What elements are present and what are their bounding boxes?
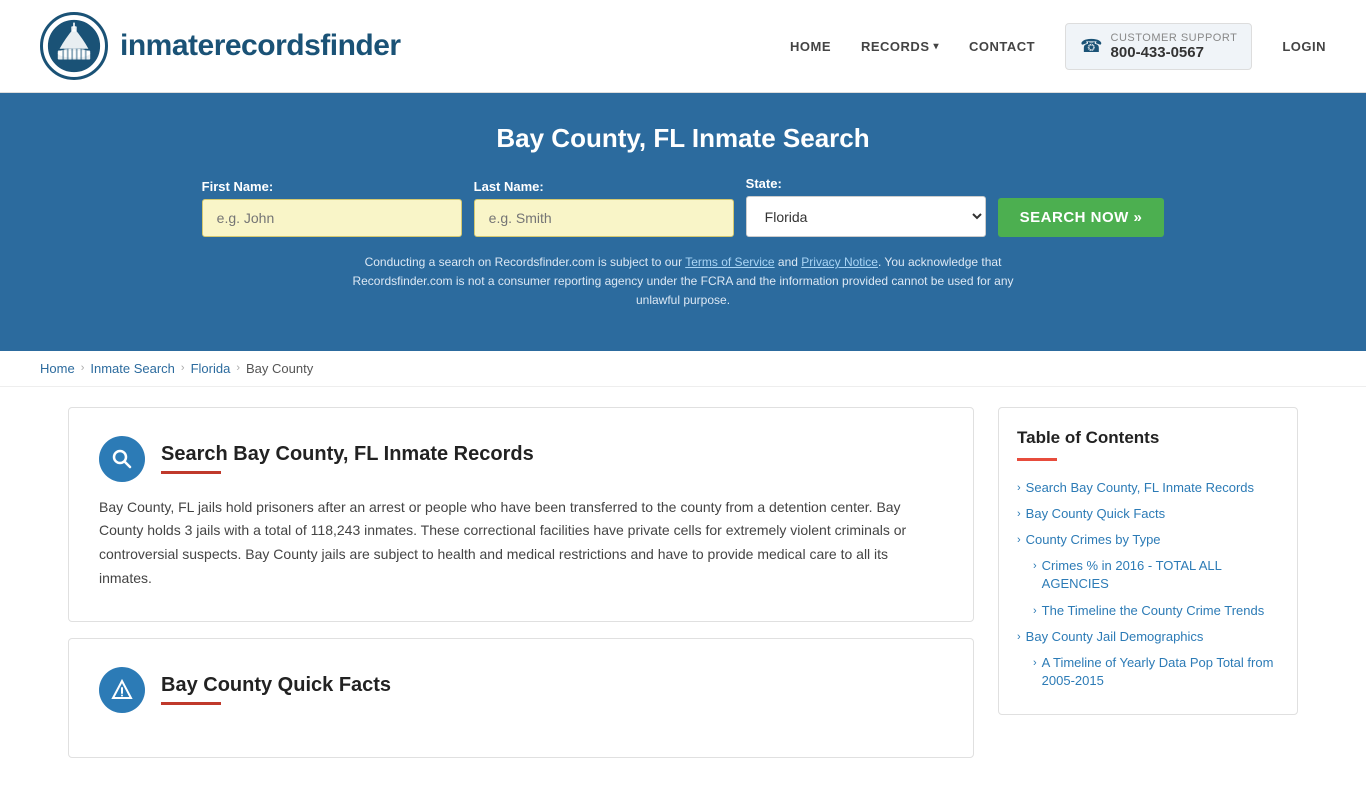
nav-login[interactable]: LOGIN [1282, 39, 1326, 54]
toc-link-7[interactable]: › A Timeline of Yearly Data Pop Total fr… [1033, 654, 1279, 690]
quick-facts-underline [161, 702, 221, 705]
chevron-right-icon: › [1017, 481, 1021, 496]
last-name-group: Last Name: [474, 179, 734, 237]
breadcrumb-current: Bay County [246, 361, 313, 376]
toc-link-2[interactable]: › Bay County Quick Facts [1017, 505, 1279, 523]
customer-support-box: ☎ CUSTOMER SUPPORT 800-433-0567 [1065, 23, 1252, 70]
toc-list: › Search Bay County, FL Inmate Records ›… [1017, 475, 1279, 695]
breadcrumb-florida[interactable]: Florida [191, 361, 231, 376]
support-details: CUSTOMER SUPPORT 800-433-0567 [1111, 32, 1238, 61]
search-icon-circle [99, 436, 145, 482]
chevron-right-icon: › [1017, 533, 1021, 548]
last-name-input[interactable] [474, 199, 734, 237]
toc-link-1[interactable]: › Search Bay County, FL Inmate Records [1017, 479, 1279, 497]
chevron-right-icon: › [1033, 559, 1037, 574]
chevron-right-icon: › [1033, 656, 1037, 671]
breadcrumb-home[interactable]: Home [40, 361, 75, 376]
toc-item-4: › Crimes % in 2016 - TOTAL ALL AGENCIES [1017, 553, 1279, 597]
privacy-link[interactable]: Privacy Notice [801, 255, 878, 269]
nav-records[interactable]: RECORDS ▾ [861, 39, 939, 54]
search-section-card: Search Bay County, FL Inmate Records Bay… [68, 407, 974, 622]
search-section-header: Search Bay County, FL Inmate Records [99, 436, 943, 482]
phone-icon: ☎ [1080, 36, 1102, 57]
toc-item-1: › Search Bay County, FL Inmate Records [1017, 475, 1279, 501]
search-section-title-block: Search Bay County, FL Inmate Records [161, 443, 534, 474]
toc-item-2: › Bay County Quick Facts [1017, 501, 1279, 527]
info-icon [110, 678, 134, 702]
first-name-group: First Name: [202, 179, 462, 237]
content-area: Search Bay County, FL Inmate Records Bay… [68, 407, 974, 774]
logo-icon [40, 12, 108, 80]
chevron-right-icon: › [1017, 630, 1021, 645]
toc-underline [1017, 458, 1057, 461]
state-group: State: Florida [746, 176, 986, 237]
logo-text: inmaterecordsfinder [120, 29, 401, 63]
hero-banner: Bay County, FL Inmate Search First Name:… [0, 93, 1366, 351]
quick-facts-title: Bay County Quick Facts [161, 674, 391, 697]
search-section-body: Bay County, FL jails hold prisoners afte… [99, 496, 943, 591]
disclaimer-text: Conducting a search on Recordsfinder.com… [333, 253, 1033, 311]
search-icon [110, 447, 134, 471]
chevron-right-icon: › [1017, 507, 1021, 522]
hero-title: Bay County, FL Inmate Search [40, 123, 1326, 154]
site-header: inmaterecordsfinder HOME RECORDS ▾ CONTA… [0, 0, 1366, 93]
toc-link-3[interactable]: › County Crimes by Type [1017, 531, 1279, 549]
toc-item-6: › Bay County Jail Demographics [1017, 624, 1279, 650]
breadcrumb: Home › Inmate Search › Florida › Bay Cou… [0, 351, 1366, 387]
quick-facts-card: Bay County Quick Facts [68, 638, 974, 758]
toc-link-4[interactable]: › Crimes % in 2016 - TOTAL ALL AGENCIES [1033, 557, 1279, 593]
search-button[interactable]: SEARCH NOW » [998, 198, 1165, 237]
nav-contact[interactable]: CONTACT [969, 39, 1035, 54]
warning-icon-circle [99, 667, 145, 713]
chevron-down-icon: ▾ [934, 41, 940, 52]
search-section-title: Search Bay County, FL Inmate Records [161, 443, 534, 466]
tos-link[interactable]: Terms of Service [685, 255, 774, 269]
state-select[interactable]: Florida [746, 196, 986, 237]
search-section-underline [161, 471, 221, 474]
breadcrumb-sep-3: › [236, 362, 240, 374]
search-form: First Name: Last Name: State: Florida SE… [40, 176, 1326, 237]
last-name-label: Last Name: [474, 179, 544, 194]
logo-area: inmaterecordsfinder [40, 12, 401, 80]
toc-link-6[interactable]: › Bay County Jail Demographics [1017, 628, 1279, 646]
toc-item-3: › County Crimes by Type [1017, 527, 1279, 553]
toc-item-7: › A Timeline of Yearly Data Pop Total fr… [1017, 650, 1279, 694]
main-content: Search Bay County, FL Inmate Records Bay… [48, 407, 1318, 774]
chevron-right-icon: › [1033, 604, 1037, 619]
first-name-label: First Name: [202, 179, 274, 194]
first-name-input[interactable] [202, 199, 462, 237]
toc-item-5: › The Timeline the County Crime Trends [1017, 598, 1279, 624]
toc-card: Table of Contents › Search Bay County, F… [998, 407, 1298, 716]
quick-facts-header: Bay County Quick Facts [99, 667, 943, 713]
state-label: State: [746, 176, 782, 191]
breadcrumb-sep-2: › [181, 362, 185, 374]
quick-facts-title-block: Bay County Quick Facts [161, 674, 391, 705]
nav-home[interactable]: HOME [790, 39, 831, 54]
toc-title: Table of Contents [1017, 428, 1279, 448]
sidebar: Table of Contents › Search Bay County, F… [998, 407, 1298, 716]
toc-link-5[interactable]: › The Timeline the County Crime Trends [1033, 602, 1279, 620]
breadcrumb-inmate-search[interactable]: Inmate Search [90, 361, 175, 376]
main-nav: HOME RECORDS ▾ CONTACT ☎ CUSTOMER SUPPOR… [790, 23, 1326, 70]
breadcrumb-sep-1: › [81, 362, 85, 374]
